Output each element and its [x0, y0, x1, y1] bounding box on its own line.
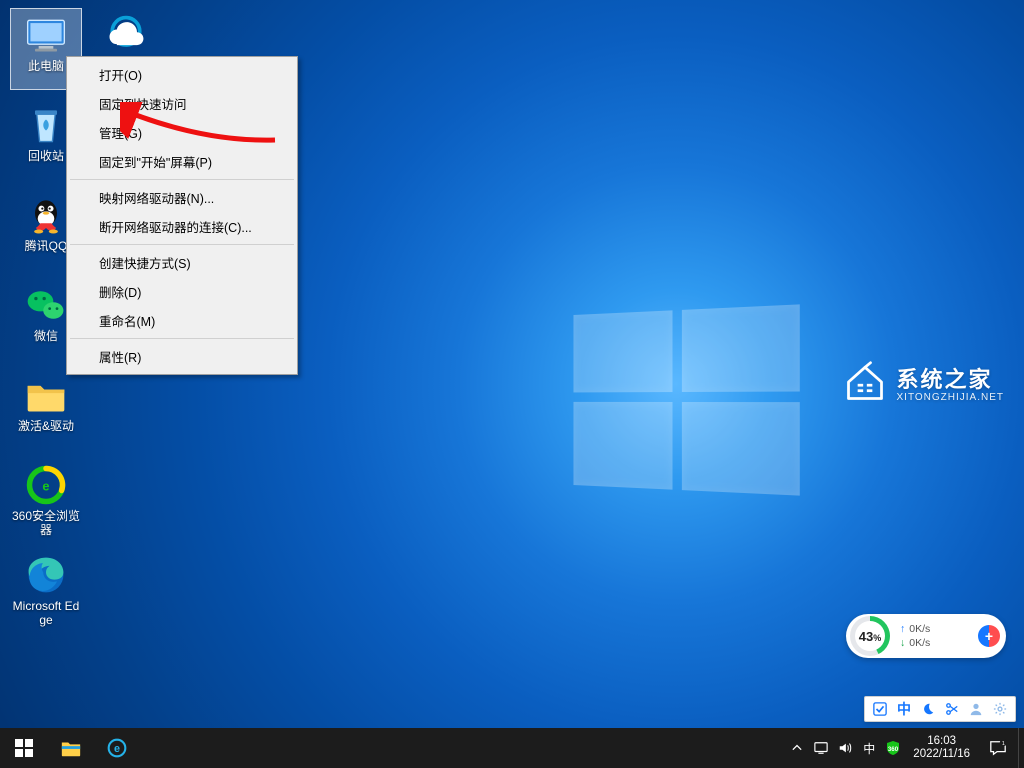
tray-clock[interactable]: 16:03 2022/11/16: [905, 735, 978, 761]
perf-unit: %: [873, 633, 881, 643]
tray-overflow[interactable]: [785, 728, 809, 768]
tray-360[interactable]: 360: [881, 728, 905, 768]
perf-ring-icon: 43%: [850, 616, 890, 656]
taskbar-explorer[interactable]: [48, 728, 94, 768]
cloud-app-icon: [104, 13, 148, 57]
desktop-background[interactable]: 系统之家 XITONGZHIJIA.NET 此电脑 回收站 腾讯QQ: [0, 0, 1024, 768]
ime-floating-toolbar[interactable]: 中: [864, 696, 1016, 722]
perf-network: ↑ 0K/s ↓ 0K/s: [900, 622, 930, 650]
arrow-up-icon: ↑: [900, 622, 905, 636]
desktop-icon-activate-driver[interactable]: 激活&驱动: [10, 368, 82, 450]
perf-plus-button[interactable]: [978, 625, 1000, 647]
ctx-pin-start[interactable]: 固定到"开始"屏幕(P): [69, 147, 295, 176]
tray-time: 16:03: [913, 735, 970, 748]
context-menu: 打开(O) 固定到快速访问 管理(G) 固定到"开始"屏幕(P) 映射网络驱动器…: [66, 56, 298, 375]
ime-check-icon[interactable]: [871, 700, 889, 718]
edge-icon: [24, 553, 68, 597]
ctx-manage[interactable]: 管理(G): [69, 118, 295, 147]
desktop-icon-edge[interactable]: Microsoft Edge: [10, 548, 82, 630]
desktop-icon-label: 360安全浏览器: [10, 509, 82, 537]
ctx-create-shortcut[interactable]: 创建快捷方式(S): [69, 248, 295, 277]
ime-moon-icon[interactable]: [919, 700, 937, 718]
brand-en: XITONGZHIJIA.NET: [897, 392, 1005, 403]
ctx-open[interactable]: 打开(O): [69, 60, 295, 89]
shield-monitor-icon: [814, 741, 828, 755]
wechat-icon: [24, 283, 68, 327]
svg-text:e: e: [42, 479, 49, 494]
chevron-up-icon: [792, 743, 802, 753]
ctx-delete[interactable]: 删除(D): [69, 277, 295, 306]
tray-ime[interactable]: 中: [857, 728, 881, 768]
desktop-icon-label: 激活&驱动: [10, 419, 82, 433]
ime-person-icon[interactable]: [967, 700, 985, 718]
taskbar-edge-legacy[interactable]: e: [94, 728, 140, 768]
ime-lang[interactable]: 中: [895, 700, 913, 718]
arrow-down-icon: ↓: [900, 636, 905, 650]
desktop-icon-360se[interactable]: e 360安全浏览器: [10, 458, 82, 540]
windows-logo-watermark: [573, 304, 799, 495]
ctx-rename[interactable]: 重命名(M): [69, 306, 295, 335]
ctx-separator: [70, 179, 294, 180]
ctx-separator: [70, 244, 294, 245]
this-pc-icon: [24, 13, 68, 57]
tray-volume[interactable]: [833, 728, 857, 768]
folder-icon: [24, 373, 68, 417]
brand-cn: 系统之家: [897, 362, 1005, 394]
ime-scissors-icon[interactable]: [943, 700, 961, 718]
taskbar: e 中 360 16:03 2022/11/16 1: [0, 728, 1024, 768]
ime-gear-icon[interactable]: [991, 700, 1009, 718]
tray-action-center[interactable]: 1: [978, 739, 1018, 757]
perf-widget[interactable]: 43% ↑ 0K/s ↓ 0K/s: [846, 614, 1006, 658]
ctx-map-network-drive[interactable]: 映射网络驱动器(N)...: [69, 183, 295, 212]
qq-icon: [24, 193, 68, 237]
start-button[interactable]: [0, 728, 48, 768]
perf-down: 0K/s: [909, 636, 930, 650]
svg-text:360: 360: [888, 746, 899, 753]
brand-watermark: 系统之家 XITONGZHIJIA.NET: [843, 360, 1005, 404]
ctx-properties[interactable]: 属性(R): [69, 342, 295, 371]
svg-text:1: 1: [1002, 741, 1005, 747]
perf-up: 0K/s: [909, 622, 930, 636]
system-tray: 中 360 16:03 2022/11/16 1: [785, 728, 1024, 768]
edge-legacy-icon: e: [107, 738, 127, 758]
svg-text:e: e: [114, 743, 120, 755]
show-desktop-button[interactable]: [1018, 728, 1024, 768]
tray-date: 2022/11/16: [913, 748, 970, 761]
file-explorer-icon: [60, 737, 82, 759]
tray-security-center[interactable]: [809, 728, 833, 768]
house-icon: [843, 360, 887, 404]
desktop-icon-label: Microsoft Edge: [10, 599, 82, 627]
notification-icon: 1: [989, 739, 1007, 757]
360-shield-icon: 360: [885, 740, 901, 756]
recycle-bin-icon: [24, 103, 68, 147]
360-browser-icon: e: [24, 463, 68, 507]
perf-percent: 43: [859, 629, 873, 644]
windows-icon: [15, 739, 33, 757]
ctx-pin-quickaccess[interactable]: 固定到快速访问: [69, 89, 295, 118]
speaker-icon: [838, 741, 852, 755]
ctx-disconnect-network-drive[interactable]: 断开网络驱动器的连接(C)...: [69, 212, 295, 241]
ctx-separator: [70, 338, 294, 339]
